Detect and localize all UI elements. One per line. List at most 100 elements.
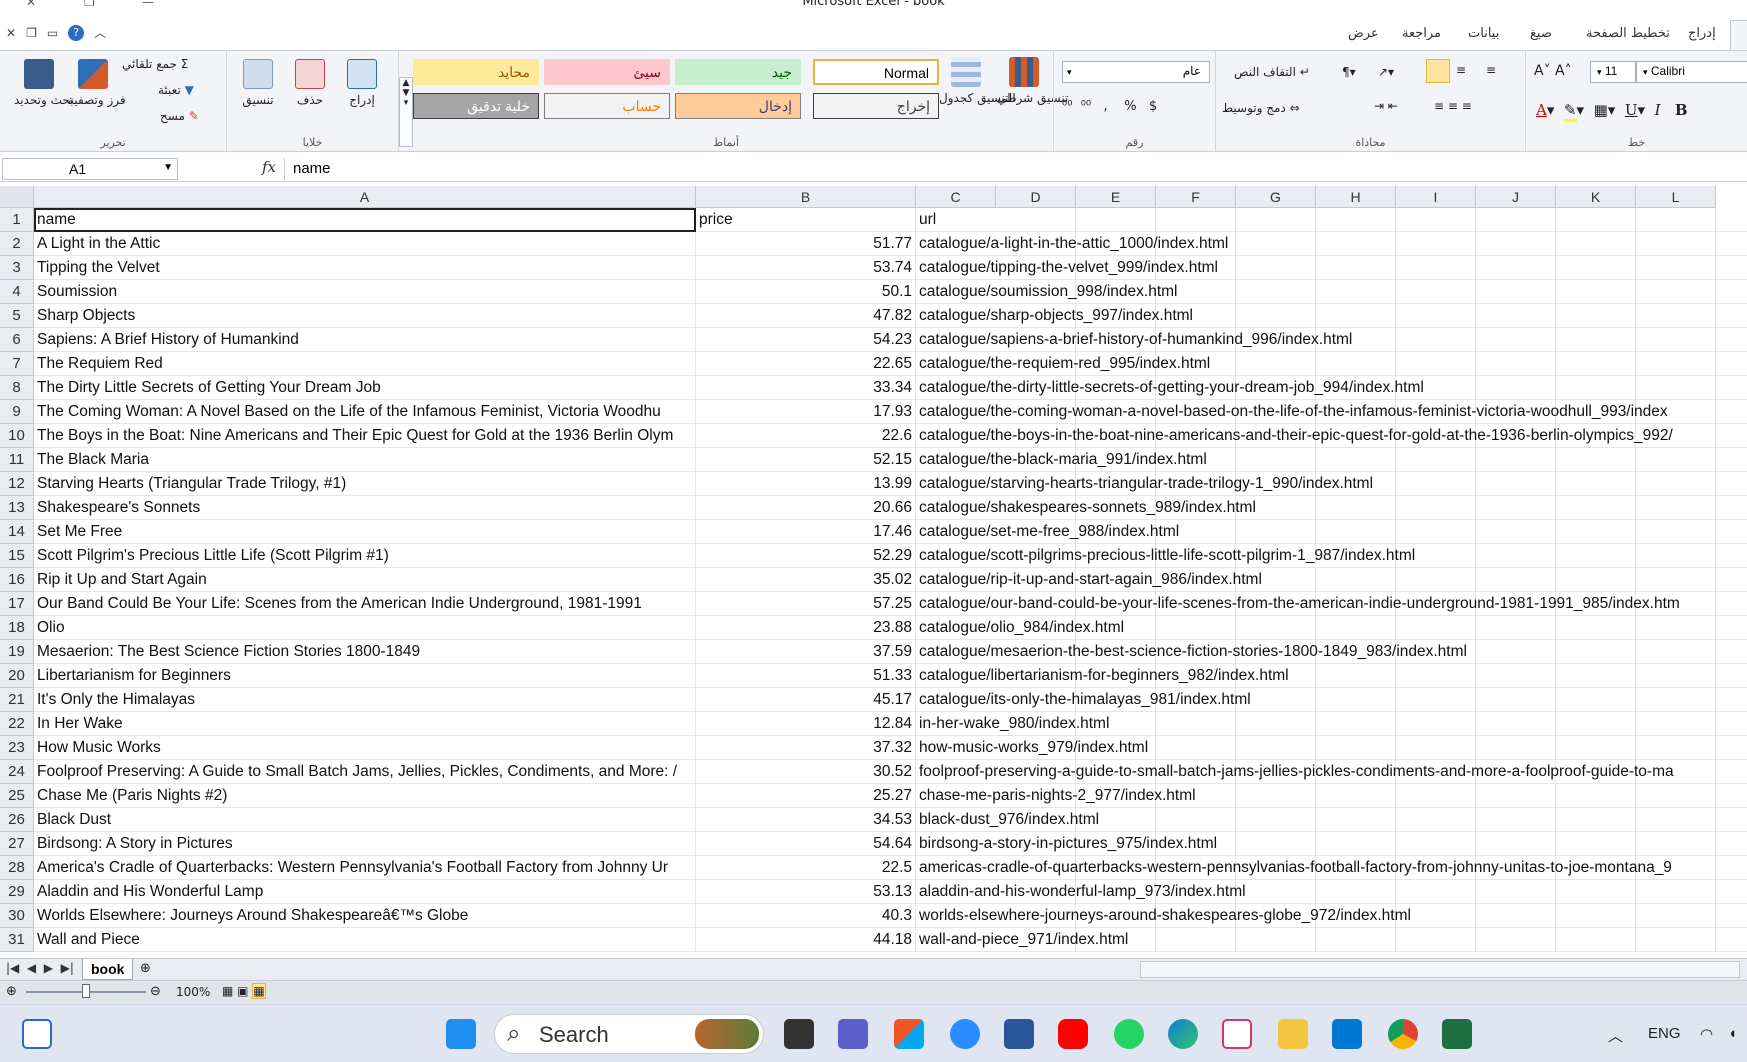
cell-name[interactable]: Olio	[34, 616, 696, 640]
formula-input[interactable]: name	[284, 158, 1747, 180]
row-header[interactable]: 6	[0, 328, 34, 352]
format-as-table-button[interactable]: التنسيق كجدول	[939, 57, 1016, 105]
insert-cells-button[interactable]: إدراج	[337, 59, 387, 107]
merge-center-button[interactable]: دمج وتوسيط ⇔	[1222, 101, 1300, 115]
row-header[interactable]: 25	[0, 784, 34, 808]
cell-url[interactable]: foolproof-preserving-a-guide-to-small-ba…	[916, 760, 1747, 784]
cell-price[interactable]: 44.18	[696, 928, 916, 952]
style-check-cell[interactable]: خلية تدقيق	[413, 93, 539, 119]
cell-price[interactable]: 25.27	[696, 784, 916, 808]
grow-font-icon[interactable]: A˄	[1555, 63, 1572, 79]
row-header[interactable]: 10	[0, 424, 34, 448]
cell-name[interactable]: It's Only the Himalayas	[34, 688, 696, 712]
cell-name[interactable]: In Her Wake	[34, 712, 696, 736]
cell-price[interactable]: 51.77	[696, 232, 916, 256]
row-header[interactable]: 11	[0, 448, 34, 472]
volume-icon[interactable]: ◖	[1728, 1025, 1737, 1042]
minimize-workbook-icon[interactable]: ▭	[47, 26, 58, 40]
column-header-c[interactable]: C	[916, 186, 996, 208]
cell-price[interactable]: 23.88	[696, 616, 916, 640]
insert-function-icon[interactable]: fx	[262, 158, 276, 176]
start-icon[interactable]	[446, 1019, 476, 1049]
cell-price[interactable]: 13.99	[696, 472, 916, 496]
orientation-icon[interactable]: ↗▾	[1378, 65, 1394, 79]
cell-price[interactable]: 45.17	[696, 688, 916, 712]
file-explorer-icon[interactable]	[1278, 1019, 1308, 1049]
style-input[interactable]: إدخال	[675, 93, 801, 119]
wrap-text-button[interactable]: التفاف النص ↵	[1234, 65, 1310, 79]
number-format-select[interactable]: ▾ عام	[1062, 61, 1210, 83]
find-select-button[interactable]: بحث وتحديد	[14, 59, 74, 107]
excel-icon[interactable]	[1442, 1019, 1472, 1049]
cell-url[interactable]: catalogue/mesaerion-the-best-science-fic…	[916, 640, 1747, 664]
cell-price[interactable]: 54.64	[696, 832, 916, 856]
row-header[interactable]: 5	[0, 304, 34, 328]
cell-price[interactable]: 40.3	[696, 904, 916, 928]
cell-name[interactable]: Soumission	[34, 280, 696, 304]
cell-url[interactable]: in-her-wake_980/index.html	[916, 712, 1747, 736]
underline-icon[interactable]: U	[1625, 101, 1638, 119]
horizontal-scrollbar[interactable]	[1140, 961, 1740, 978]
cell-url[interactable]: catalogue/a-light-in-the-attic_1000/inde…	[916, 232, 1747, 256]
cell-name[interactable]: Chase Me (Paris Nights #2)	[34, 784, 696, 808]
cell-url[interactable]: catalogue/sharp-objects_997/index.html	[916, 304, 1747, 328]
row-header[interactable]: 31	[0, 928, 34, 952]
row-header[interactable]: 15	[0, 544, 34, 568]
cell-name[interactable]: Scott Pilgrim's Precious Little Life (Sc…	[34, 544, 696, 568]
new-sheet-icon[interactable]: ⊕	[140, 961, 151, 976]
page-break-view-icon[interactable]: ▦	[222, 984, 233, 998]
highlight-icon[interactable]: ✎	[1563, 101, 1577, 122]
row-header[interactable]: 24	[0, 760, 34, 784]
cell-price[interactable]: 47.82	[696, 304, 916, 328]
row-header[interactable]: 3	[0, 256, 34, 280]
tab-data[interactable]: بيانات	[1468, 26, 1499, 41]
style-calculation[interactable]: حساب	[544, 93, 670, 119]
align-middle-icon[interactable]: ≡	[1456, 63, 1466, 77]
cell-url[interactable]: catalogue/scott-pilgrims-precious-little…	[916, 544, 1747, 568]
cell-price[interactable]: 12.84	[696, 712, 916, 736]
comma-style-icon[interactable]: ,	[1104, 99, 1108, 114]
row-header[interactable]: 2	[0, 232, 34, 256]
font-size-select[interactable]: ▾ 11	[1590, 61, 1636, 83]
cell-price[interactable]: price	[696, 208, 916, 232]
task-view-icon[interactable]	[784, 1019, 814, 1049]
italic-icon[interactable]: I	[1655, 101, 1661, 119]
column-header-e[interactable]: E	[1076, 186, 1156, 208]
cell-url[interactable]: catalogue/the-dirty-little-secrets-of-ge…	[916, 376, 1747, 400]
cell-name[interactable]: Worlds Elsewhere: Journeys Around Shakes…	[34, 904, 696, 928]
cell-name[interactable]: Our Band Could Be Your Life: Scenes from…	[34, 592, 696, 616]
zoom-in-icon[interactable]: ⊕	[6, 984, 17, 999]
cell-price[interactable]: 22.5	[696, 856, 916, 880]
tab-page-layout[interactable]: تخطيط الصفحة	[1586, 26, 1670, 41]
cell-name[interactable]: The Requiem Red	[34, 352, 696, 376]
style-neutral[interactable]: محايد	[413, 59, 539, 85]
restore-workbook-icon[interactable]: ❐	[26, 26, 37, 40]
decrease-decimal-icon[interactable]: ⁰⁰	[1062, 99, 1072, 114]
next-sheet-icon[interactable]: ▶	[44, 961, 53, 975]
cell-price[interactable]: 22.65	[696, 352, 916, 376]
cell-url[interactable]: catalogue/the-black-maria_991/index.html	[916, 448, 1747, 472]
cell-url[interactable]: how-music-works_979/index.html	[916, 736, 1747, 760]
tab-view[interactable]: عرض	[1348, 26, 1379, 41]
cell-price[interactable]: 37.32	[696, 736, 916, 760]
cell-name[interactable]: Aladdin and His Wonderful Lamp	[34, 880, 696, 904]
sort-filter-button[interactable]: فرز وتصفية	[68, 59, 126, 107]
borders-icon[interactable]: ▦	[1594, 101, 1608, 119]
column-header-a[interactable]: A	[34, 186, 696, 208]
style-output[interactable]: إخراج	[813, 93, 939, 119]
cell-url[interactable]: aladdin-and-his-wonderful-lamp_973/index…	[916, 880, 1747, 904]
cell-price[interactable]: 20.66	[696, 496, 916, 520]
cell-url[interactable]: url	[916, 208, 1747, 232]
tab-insert[interactable]: إدراج	[1688, 26, 1716, 41]
cell-name[interactable]: The Black Maria	[34, 448, 696, 472]
row-header[interactable]: 21	[0, 688, 34, 712]
cell-price[interactable]: 50.1	[696, 280, 916, 304]
cell-name[interactable]: Shakespeare's Sonnets	[34, 496, 696, 520]
language-indicator[interactable]: ENG	[1648, 1025, 1681, 1042]
vscode-icon[interactable]	[1332, 1019, 1362, 1049]
zoom-out-icon[interactable]: ⊖	[150, 984, 161, 999]
store-icon[interactable]	[894, 1019, 924, 1049]
tray-chevron-icon[interactable]: ︿	[1608, 1025, 1623, 1046]
column-header-d[interactable]: D	[996, 186, 1076, 208]
cell-name[interactable]: Foolproof Preserving: A Guide to Small B…	[34, 760, 696, 784]
